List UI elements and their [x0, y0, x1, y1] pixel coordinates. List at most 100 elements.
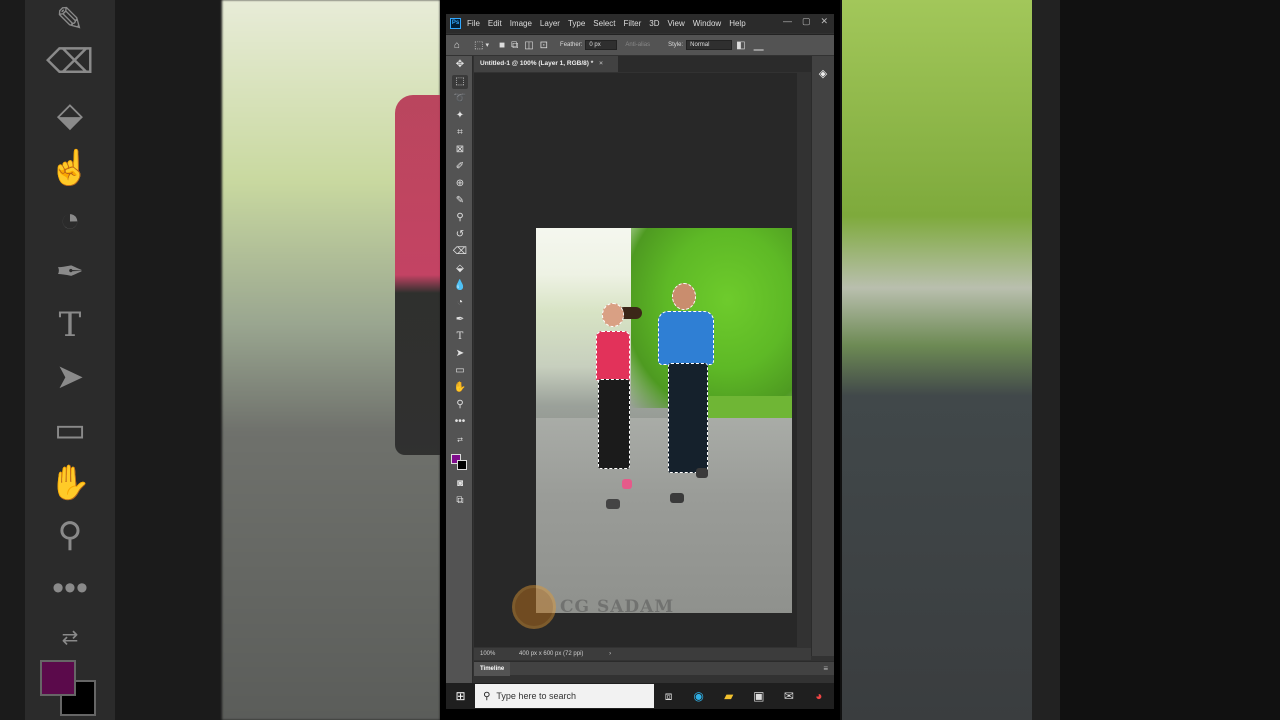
pen-tool-icon[interactable]: ✒ — [452, 313, 468, 327]
menu-3d[interactable]: 3D — [649, 19, 659, 28]
vertical-scroll-gutter[interactable] — [797, 73, 811, 647]
zoom-tool-icon[interactable]: ⚲ — [452, 398, 468, 412]
add-to-selection-icon[interactable]: ⧉ — [511, 40, 518, 51]
crop-tool-icon[interactable]: ⌗ — [452, 126, 468, 140]
man-shoe-left — [670, 493, 684, 503]
document-tab-close-icon[interactable]: × — [599, 60, 603, 67]
status-bar: 100% 400 px x 600 px (72 ppi) › — [474, 648, 811, 660]
menu-view[interactable]: View — [668, 19, 685, 28]
subtract-selection-icon[interactable]: ◫ — [524, 40, 533, 51]
eyedropper-tool-icon[interactable]: ✐ — [452, 160, 468, 174]
paint-bucket-tool-icon[interactable]: ⬙ — [452, 262, 468, 276]
document-canvas[interactable] — [536, 228, 792, 613]
man-pants — [668, 363, 708, 473]
layers-panel-icon[interactable]: ◈ — [817, 68, 829, 80]
menu-filter[interactable]: Filter — [624, 19, 642, 28]
blurred-foreground-swatch — [40, 660, 76, 696]
rectangle-tool-icon[interactable]: ▭ — [452, 364, 468, 378]
menu-type[interactable]: Type — [568, 19, 585, 28]
zoom-level[interactable]: 100% — [480, 651, 495, 657]
blurred-more-icon: ••• — [52, 569, 88, 607]
menu-window[interactable]: Window — [693, 19, 721, 28]
preset-dropdown-icon[interactable]: ▾ — [486, 41, 490, 49]
timeline-menu-icon[interactable]: ≡ — [823, 662, 828, 676]
taskbar-search-placeholder: Type here to search — [496, 691, 576, 701]
blurred-pen-icon: ✒ — [55, 253, 85, 291]
type-tool-icon[interactable]: T — [452, 330, 468, 344]
antialias-checkbox[interactable]: Anti-alias — [625, 42, 650, 48]
move-tool-icon[interactable]: ✥ — [452, 58, 468, 72]
rectangular-marquee-tool-icon[interactable]: ⬚ — [452, 75, 468, 89]
document-tab[interactable]: Untitled-1 @ 100% (Layer 1, RGB/8) * × — [474, 56, 618, 72]
chrome-icon[interactable]: ◕ — [804, 683, 834, 709]
frame-bottom — [440, 709, 840, 720]
feather-input[interactable]: 0 px — [585, 40, 618, 50]
windows-taskbar: ⊞ ⚲ Type here to search ⧈ ◉ ▰ ▣ ✉ ◕ — [446, 683, 834, 709]
quick-mask-icon[interactable]: ◙ — [452, 477, 468, 491]
blurred-background-left: ✎ ⌫ ⬙ ☝ ◔ ✒ T ➤ ▭ ✋ ⚲ ••• ⇄ — [0, 0, 440, 720]
eraser-tool-icon[interactable]: ⌫ — [452, 245, 468, 259]
taskbar-search-box[interactable]: ⚲ Type here to search — [475, 684, 654, 708]
watermark: CG SADAM — [512, 585, 732, 629]
close-icon[interactable]: ✕ — [820, 16, 828, 27]
style-select[interactable]: Normal — [686, 40, 733, 50]
minimize-icon[interactable]: — — [783, 16, 792, 27]
woman-pink-top — [596, 331, 630, 381]
timeline-tab[interactable]: Timeline — [474, 662, 511, 676]
frame-top — [440, 0, 840, 14]
status-expand-icon[interactable]: › — [609, 651, 611, 657]
new-selection-icon[interactable]: ■ — [499, 40, 505, 51]
swap-colors-icon[interactable]: ⇄ — [452, 434, 468, 448]
maximize-icon[interactable]: ▢ — [802, 16, 811, 27]
brush-tool-icon[interactable]: ✎ — [452, 194, 468, 208]
intersect-selection-icon[interactable]: ⊡ — [540, 40, 548, 51]
panel-toggle-icon[interactable]: ⎽ — [754, 40, 764, 51]
blur-tool-icon[interactable]: 💧 — [452, 279, 468, 293]
history-brush-tool-icon[interactable]: ↺ — [452, 228, 468, 242]
select-mask-icon[interactable]: ◧ — [736, 40, 745, 51]
watermark-text: CG SADAM — [560, 597, 675, 617]
menu-layer[interactable]: Layer — [540, 19, 560, 28]
home-icon[interactable]: ⌂ — [454, 40, 460, 51]
runner-man-selection — [654, 283, 724, 513]
healing-brush-tool-icon[interactable]: ⊕ — [452, 177, 468, 191]
blurred-brush-icon: ✎ — [55, 1, 85, 39]
edge-browser-icon[interactable]: ◉ — [684, 683, 714, 709]
hand-tool-icon[interactable]: ✋ — [452, 381, 468, 395]
path-selection-tool-icon[interactable]: ➤ — [452, 347, 468, 361]
blurred-panel-edge — [1032, 0, 1060, 720]
screen-mode-icon[interactable]: ⧉ — [452, 494, 468, 508]
options-bar: ⌂ ⬚ ▾ ■ ⧉ ◫ ⊡ Feather: 0 px Anti-alias S… — [446, 34, 834, 55]
menu-edit[interactable]: Edit — [488, 19, 502, 28]
blurred-eraser-icon: ⌫ — [45, 43, 95, 81]
background-color-swatch[interactable] — [457, 460, 467, 470]
document-tab-strip: Untitled-1 @ 100% (Layer 1, RGB/8) * × — [474, 56, 834, 72]
menu-file[interactable]: File — [467, 19, 480, 28]
search-icon: ⚲ — [483, 690, 491, 702]
runner-woman-selection — [588, 303, 648, 523]
edit-toolbar-icon[interactable]: ••• — [452, 415, 468, 429]
right-dock: ◈ — [811, 56, 834, 656]
clone-stamp-tool-icon[interactable]: ⚲ — [452, 211, 468, 225]
blurred-zoom-icon: ⚲ — [57, 516, 83, 554]
dodge-tool-icon[interactable]: ◔ — [452, 296, 468, 310]
microsoft-store-icon[interactable]: ▣ — [744, 683, 774, 709]
photoshop-logo-icon: Ps — [450, 18, 461, 29]
menu-help[interactable]: Help — [729, 19, 745, 28]
document-info: 400 px x 600 px (72 ppi) — [519, 651, 584, 657]
style-label: Style: — [668, 42, 684, 48]
menu-image[interactable]: Image — [510, 19, 532, 28]
canvas-area[interactable]: CG SADAM — [474, 73, 797, 647]
menu-select[interactable]: Select — [593, 19, 615, 28]
windows-start-icon[interactable]: ⊞ — [446, 683, 475, 709]
menu-bar: Ps File Edit Image Layer Type Select Fil… — [446, 14, 834, 33]
frame-tool-icon[interactable]: ⊠ — [452, 143, 468, 157]
mail-icon[interactable]: ✉ — [774, 683, 804, 709]
lasso-tool-icon[interactable]: ➰ — [452, 92, 468, 106]
blurred-rectangle-icon: ▭ — [53, 411, 87, 449]
magic-wand-tool-icon[interactable]: ✦ — [452, 109, 468, 123]
file-explorer-icon[interactable]: ▰ — [714, 683, 744, 709]
marquee-preset-icon[interactable]: ⬚ — [474, 40, 483, 51]
task-view-icon[interactable]: ⧈ — [654, 683, 684, 709]
woman-shoe-right — [622, 479, 632, 489]
